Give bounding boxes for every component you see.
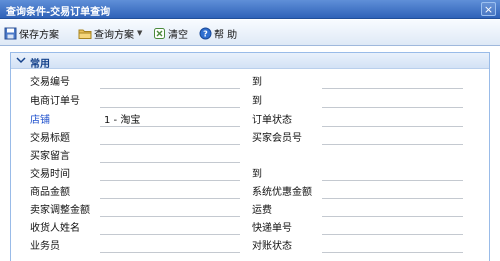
ecom-order-no-to-label: 到: [252, 96, 262, 107]
receiver-name-label: 收货人姓名: [30, 223, 80, 234]
window-title-bar: 查询条件-交易订单查询 ×: [0, 0, 500, 19]
system-discount-label: 系统优惠金额: [252, 187, 312, 198]
shipping-fee-label: 运费: [252, 205, 272, 216]
save-scheme-button[interactable]: 保存方案: [4, 24, 59, 42]
toolbar: 保存方案 查询方案 ▼ 清空 ? 帮 助: [0, 20, 500, 46]
window-title: 查询条件-交易订单查询: [6, 7, 111, 18]
trade-time-input[interactable]: [100, 180, 240, 181]
folder-icon: [78, 29, 92, 39]
buyer-message-input[interactable]: [100, 162, 240, 163]
help-label: 帮 助: [214, 29, 238, 41]
shipping-fee-input[interactable]: [322, 216, 463, 217]
trade-no-input[interactable]: [100, 88, 240, 89]
query-scheme-button[interactable]: 查询方案 ▼: [78, 24, 142, 42]
goods-amount-label: 商品金额: [30, 187, 70, 198]
trade-no-label: 交易编号: [30, 77, 70, 88]
order-status-input[interactable]: [322, 126, 463, 127]
clear-button[interactable]: 清空: [153, 24, 188, 42]
shop-value[interactable]: 1 - 淘宝: [104, 111, 140, 126]
clear-icon: [154, 27, 165, 39]
trade-time-to-input[interactable]: [322, 180, 463, 181]
clear-label: 清空: [168, 29, 188, 41]
trade-no-to-label: 到: [252, 77, 262, 88]
panel-title: 常用: [30, 59, 50, 70]
help-icon: ?: [199, 27, 212, 39]
order-status-label: 订单状态: [252, 115, 292, 126]
express-no-input[interactable]: [322, 234, 463, 235]
buyer-member-no-label: 买家会员号: [252, 133, 302, 144]
trade-time-to-label: 到: [252, 169, 262, 180]
system-discount-input[interactable]: [322, 198, 463, 199]
query-scheme-label: 查询方案: [94, 29, 134, 41]
query-conditions-panel: 常用: [10, 52, 490, 261]
trade-title-label: 交易标题: [30, 133, 70, 144]
chevron-down-icon[interactable]: ▼: [137, 29, 142, 37]
panel-header[interactable]: 常用: [11, 53, 489, 70]
express-no-label: 快递单号: [252, 223, 292, 234]
goods-amount-input[interactable]: [100, 198, 240, 199]
buyer-member-no-input[interactable]: [322, 144, 463, 145]
save-scheme-label: 保存方案: [19, 29, 59, 41]
receiver-name-input[interactable]: [100, 234, 240, 235]
salesman-label: 业务员: [30, 241, 60, 252]
reconcile-status-label: 对账状态: [252, 241, 292, 252]
salesman-input[interactable]: [100, 252, 240, 253]
trade-time-label: 交易时间: [30, 169, 70, 180]
seller-adjust-input[interactable]: [100, 216, 240, 217]
buyer-message-label: 买家留言: [30, 151, 70, 162]
svg-text:?: ?: [203, 29, 208, 38]
save-icon: [4, 27, 17, 39]
ecom-order-no-input[interactable]: [100, 107, 240, 108]
ecom-order-no-label: 电商订单号: [30, 96, 80, 107]
trade-title-input[interactable]: [100, 144, 240, 145]
close-icon[interactable]: ×: [481, 2, 496, 16]
seller-adjust-label: 卖家调整金额: [30, 205, 90, 216]
shop-label: 店铺: [30, 115, 50, 126]
reconcile-status-input[interactable]: [322, 252, 463, 253]
collapse-icon[interactable]: [16, 57, 26, 65]
trade-no-to-input[interactable]: [322, 88, 463, 89]
help-button[interactable]: ? 帮 助: [199, 24, 237, 42]
shop-input[interactable]: [100, 126, 240, 127]
ecom-order-no-to-input[interactable]: [322, 107, 463, 108]
